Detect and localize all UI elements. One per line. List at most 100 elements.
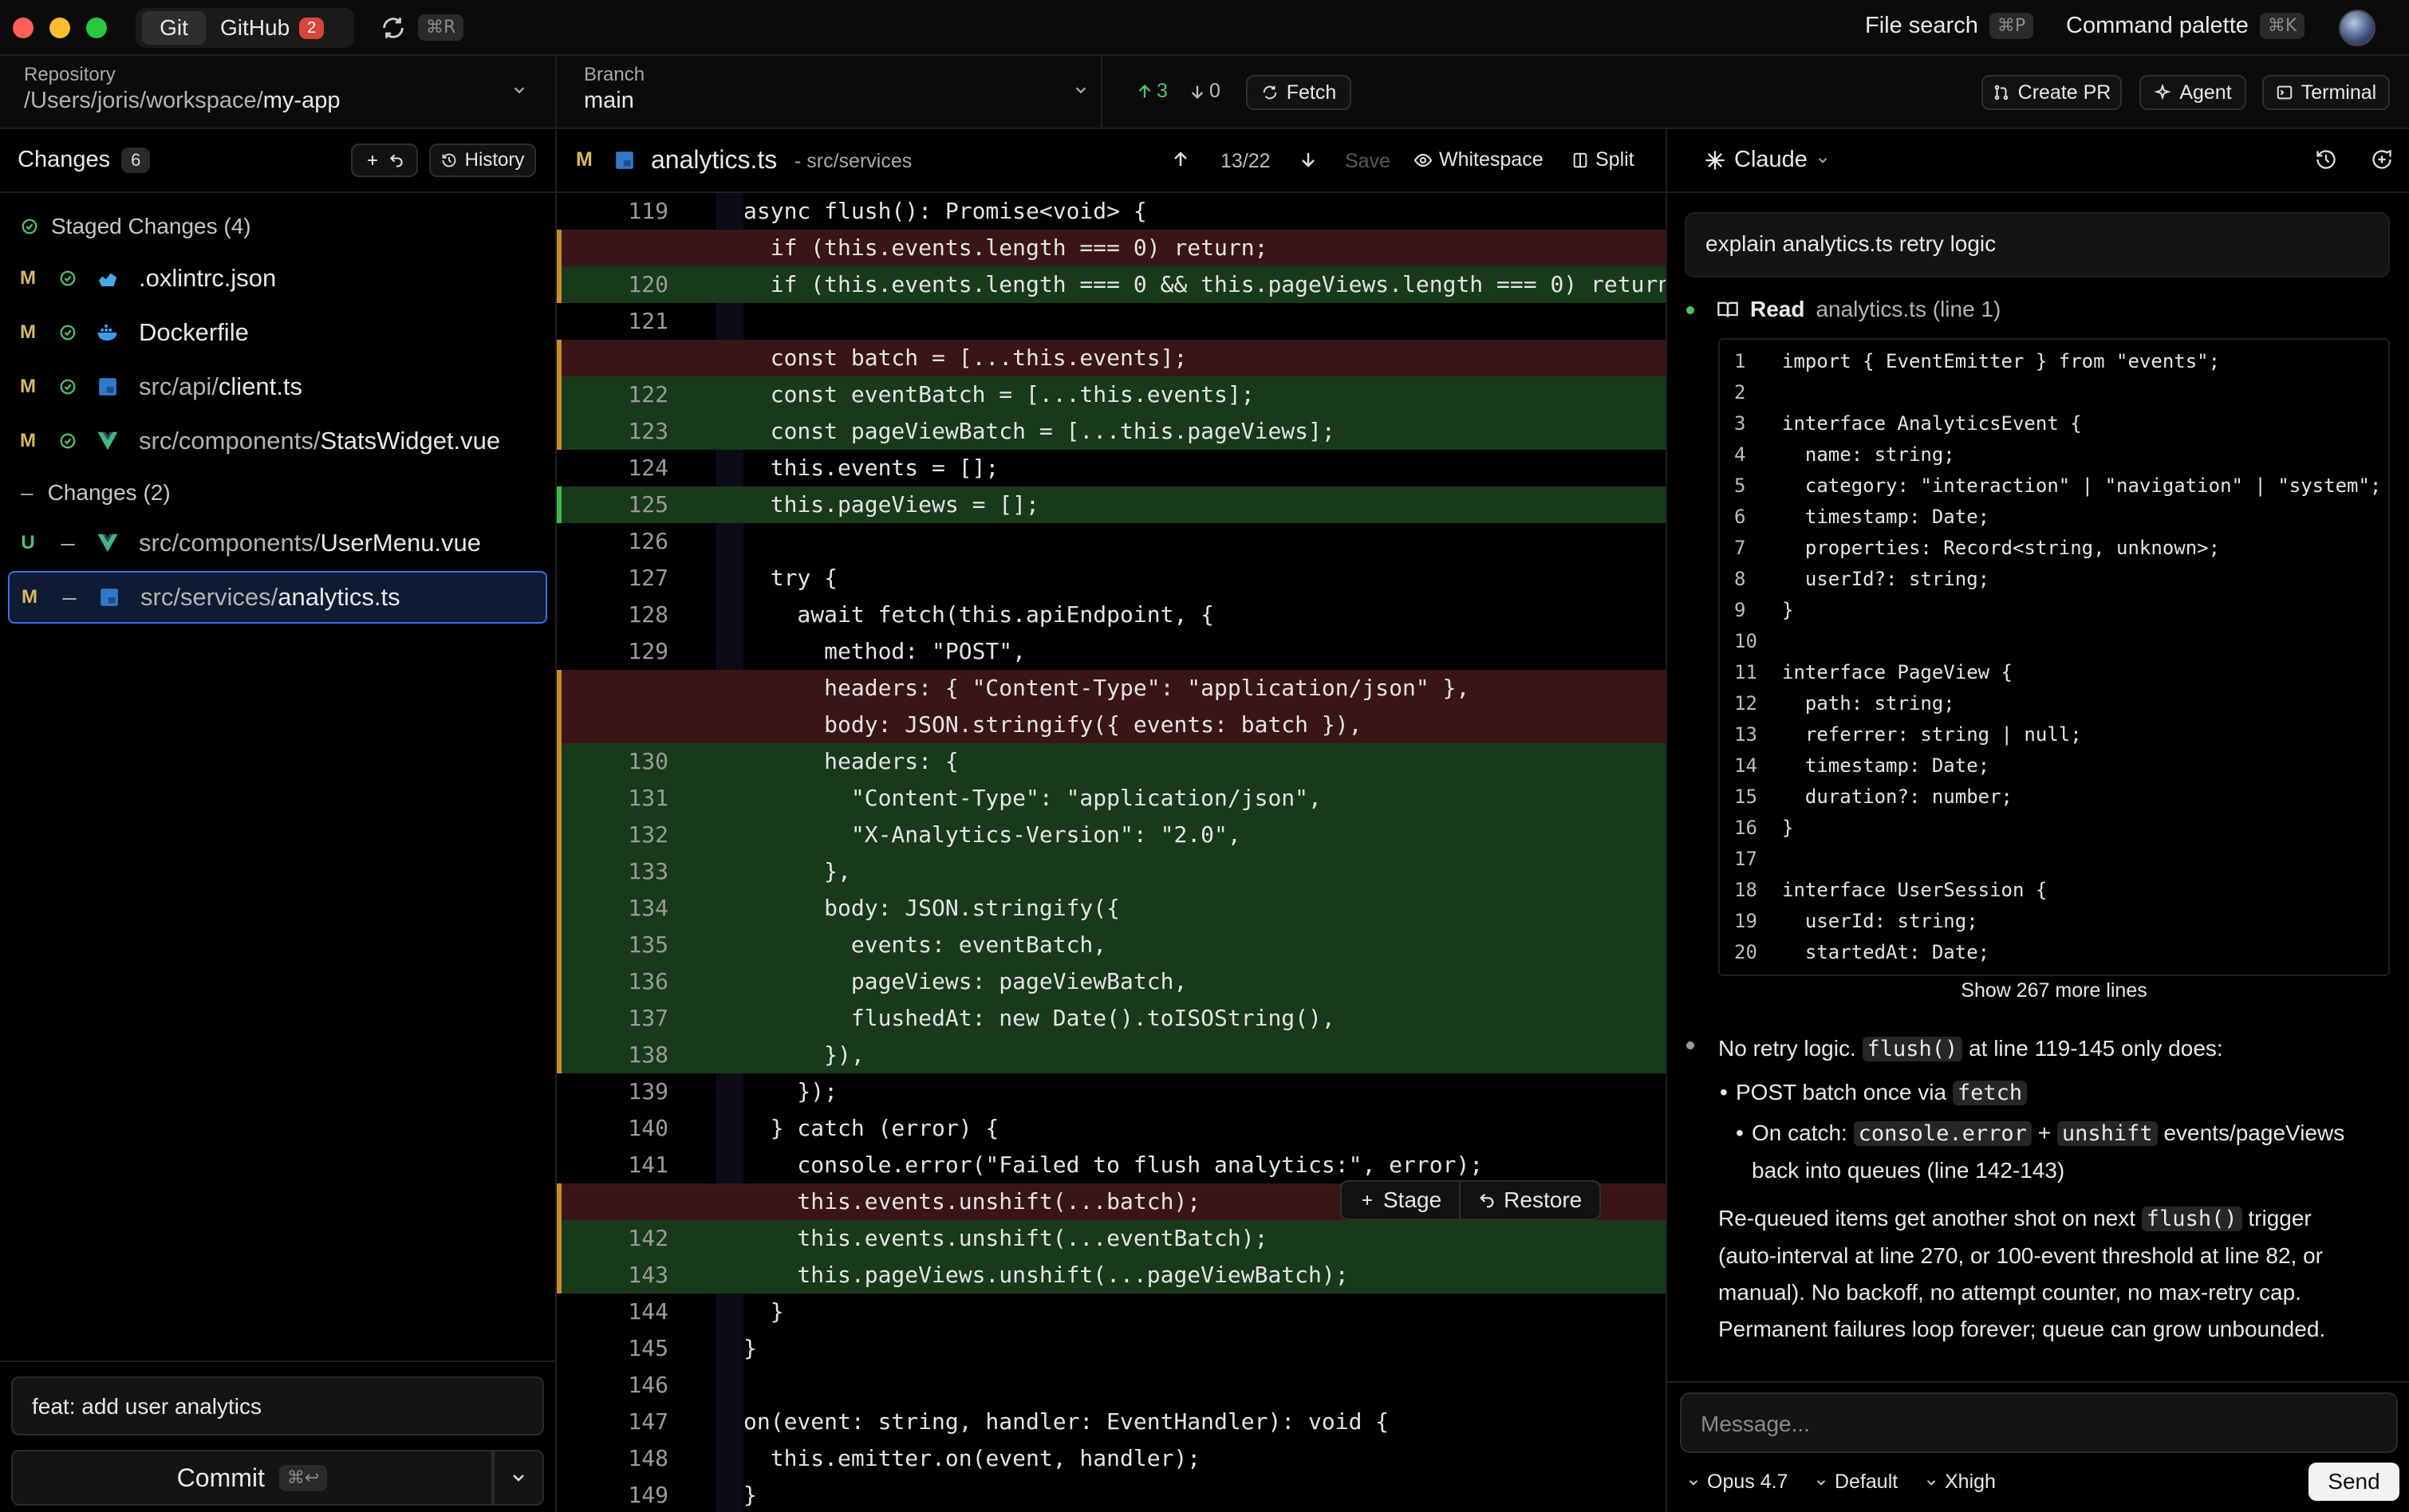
file-row[interactable]: M .oxlintrc.json: [8, 252, 547, 305]
restore-hunk-button[interactable]: Restore: [1461, 1182, 1599, 1219]
assistant-title: Claude: [1734, 147, 1808, 172]
diff-line: 140 } catch (error) {: [557, 1110, 1666, 1147]
mode-selector[interactable]: Default: [1814, 1471, 1898, 1494]
diff-line: 146: [557, 1367, 1666, 1404]
maximize-window-button[interactable]: [86, 18, 107, 38]
line-number: 140: [628, 1115, 668, 1141]
history-button[interactable]: History: [429, 144, 536, 177]
file-row[interactable]: M src/components/StatsWidget.vue: [8, 415, 547, 467]
file-row[interactable]: U – src/components/UserMenu.vue: [8, 517, 547, 569]
commit-message-input[interactable]: feat: add user analytics: [11, 1376, 544, 1435]
command-palette-button[interactable]: Command palette ⌘K: [2066, 13, 2305, 39]
composer: Message... Opus 4.7 Default Xhigh Send: [1667, 1381, 2409, 1512]
line-text: timestamp: Date;: [1782, 506, 1990, 528]
preview-line: 10: [1720, 626, 2388, 657]
agent-button[interactable]: Agent: [2139, 75, 2246, 110]
whitespace-toggle[interactable]: Whitespace: [1413, 148, 1544, 171]
line-number: 136: [628, 968, 668, 994]
text: +: [2037, 1120, 2052, 1145]
minus-icon[interactable]: –: [48, 529, 88, 557]
fetch-button[interactable]: Fetch: [1246, 75, 1351, 110]
file-row[interactable]: M src/api/client.ts: [8, 360, 547, 413]
line-text: if (this.events.length === 0) return;: [743, 234, 1268, 261]
minus-icon[interactable]: –: [49, 583, 89, 612]
repository-selector[interactable]: Repository /Users/joris/workspace/my-app: [0, 56, 557, 128]
agent-label: Agent: [2179, 81, 2232, 104]
read-target: analytics.ts (line 1): [1816, 297, 2001, 321]
commit-options-button[interactable]: [493, 1450, 544, 1506]
preview-line: 5 category: "interaction" | "navigation"…: [1720, 471, 2388, 502]
repository-path-prefix: /Users/joris/workspace/: [24, 88, 263, 113]
chevron-down-icon: [1926, 1479, 1936, 1486]
unstaged-changes-header[interactable]: – Changes (2): [21, 480, 171, 506]
assistant-panel: Claude explain analytics.ts retry logic …: [1666, 129, 2409, 1512]
book-icon: [1717, 301, 1738, 317]
check-circle-icon[interactable]: [48, 270, 88, 287]
restore-label: Restore: [1504, 1187, 1583, 1212]
file-search-button[interactable]: File search ⌘P: [1865, 13, 2034, 39]
tab-github[interactable]: GitHub 2: [211, 11, 348, 45]
refresh-icon[interactable]: [380, 14, 407, 41]
check-circle-icon[interactable]: [48, 378, 88, 396]
close-window-button[interactable]: [13, 18, 34, 38]
split-view-toggle[interactable]: Split: [1571, 148, 1634, 171]
preview-line: 6 timestamp: Date;: [1720, 502, 2388, 533]
new-chat-icon[interactable]: [2371, 148, 2393, 171]
next-change-button[interactable]: [1299, 150, 1318, 169]
plus-icon[interactable]: [365, 152, 380, 168]
diff-line: 144 }: [557, 1293, 1666, 1330]
assistant-selector[interactable]: Claude: [1704, 147, 1830, 173]
line-number: 122: [628, 381, 668, 408]
check-circle-icon[interactable]: [48, 324, 88, 341]
line-number: 17: [1734, 848, 1757, 870]
effort-selector[interactable]: Xhigh: [1924, 1471, 1996, 1494]
claude-logo-icon: [1705, 150, 1725, 170]
tab-git[interactable]: Git: [142, 11, 206, 45]
commit-button[interactable]: Commit ⌘↩: [11, 1450, 493, 1506]
stage-all-undo-group: [351, 144, 418, 177]
command-palette-shortcut: ⌘K: [2259, 13, 2305, 39]
refresh-shortcut: ⌘R: [418, 14, 464, 41]
line-number: 147: [628, 1408, 668, 1435]
chevron-down-icon: [1818, 157, 1827, 163]
avatar[interactable]: [2339, 10, 2375, 46]
message-input[interactable]: Message...: [1680, 1392, 2398, 1453]
line-number: 14: [1734, 754, 1757, 777]
line-text: timestamp: Date;: [1782, 754, 1990, 777]
text: events/pageViews: [2163, 1120, 2345, 1145]
send-button[interactable]: Send: [2308, 1463, 2399, 1501]
branch-selector[interactable]: Branch main: [558, 56, 1102, 128]
diff-line-added: 125 this.pageViews = [];: [557, 486, 1666, 523]
create-pr-button[interactable]: Create PR: [1981, 75, 2122, 110]
read-tool-call[interactable]: Read analytics.ts (line 1): [1717, 297, 2001, 322]
line-number: 133: [628, 858, 668, 884]
commit-shortcut: ⌘↩: [278, 1464, 328, 1491]
split-label: Split: [1595, 148, 1634, 171]
line-number: 2: [1734, 381, 1746, 404]
terminal-button[interactable]: Terminal: [2262, 75, 2390, 110]
changes-panel: Changes 6 History Staged Changes (4) M .…: [0, 129, 557, 1512]
stage-hunk-button[interactable]: Stage: [1342, 1182, 1461, 1219]
changes-title-label: Changes: [18, 147, 111, 172]
line-text: properties: Record<string, unknown>;: [1782, 537, 2221, 559]
repository-path: /Users/joris/workspace/my-app: [24, 88, 340, 114]
previous-change-button[interactable]: [1171, 150, 1190, 169]
line-text: userId: string;: [1782, 910, 1978, 932]
inline-code: flush(): [2141, 1207, 2242, 1231]
diff-line: 149}: [557, 1477, 1666, 1512]
line-number: 7: [1734, 537, 1746, 559]
file-name: UserMenu.vue: [320, 529, 482, 557]
check-circle-icon[interactable]: [48, 432, 88, 450]
save-button[interactable]: Save: [1345, 150, 1390, 173]
inline-code: flush(): [1862, 1037, 1963, 1061]
minimize-window-button[interactable]: [49, 18, 70, 38]
staged-changes-header[interactable]: Staged Changes (4): [21, 214, 251, 239]
divider: [0, 1360, 555, 1362]
file-row-selected[interactable]: M – src/services/analytics.ts: [8, 571, 547, 624]
model-selector[interactable]: Opus 4.7: [1686, 1471, 1788, 1494]
file-row[interactable]: M Dockerfile: [8, 306, 547, 359]
history-icon[interactable]: [2315, 148, 2337, 171]
undo-icon[interactable]: [388, 152, 404, 168]
inline-code: fetch: [1952, 1081, 2028, 1105]
show-more-lines-button[interactable]: Show 267 more lines: [1718, 979, 2390, 1002]
